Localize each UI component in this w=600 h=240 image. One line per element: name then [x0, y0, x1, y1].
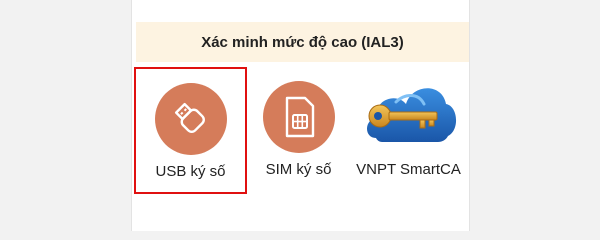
- vnpt-smartca-option[interactable]: VNPT SmartCA: [352, 67, 465, 194]
- usb-signing-option[interactable]: USB ký số: [134, 67, 247, 194]
- sim-icon-circle: [262, 81, 335, 153]
- sim-signing-label: SIM ký số: [265, 161, 332, 178]
- usb-signing-label: USB ký số: [155, 163, 226, 180]
- sim-card-icon: [285, 96, 314, 138]
- usb-drive-icon: [174, 102, 205, 133]
- banner-title: Xác minh mức độ cao (IAL3): [201, 33, 404, 51]
- vnpt-smartca-label: VNPT SmartCA: [356, 161, 461, 178]
- cloud-key-logo: [367, 88, 457, 142]
- usb-icon-circle: [154, 83, 227, 155]
- sim-signing-option[interactable]: SIM ký số: [242, 67, 355, 194]
- verification-level-banner: Xác minh mức độ cao (IAL3): [136, 22, 469, 62]
